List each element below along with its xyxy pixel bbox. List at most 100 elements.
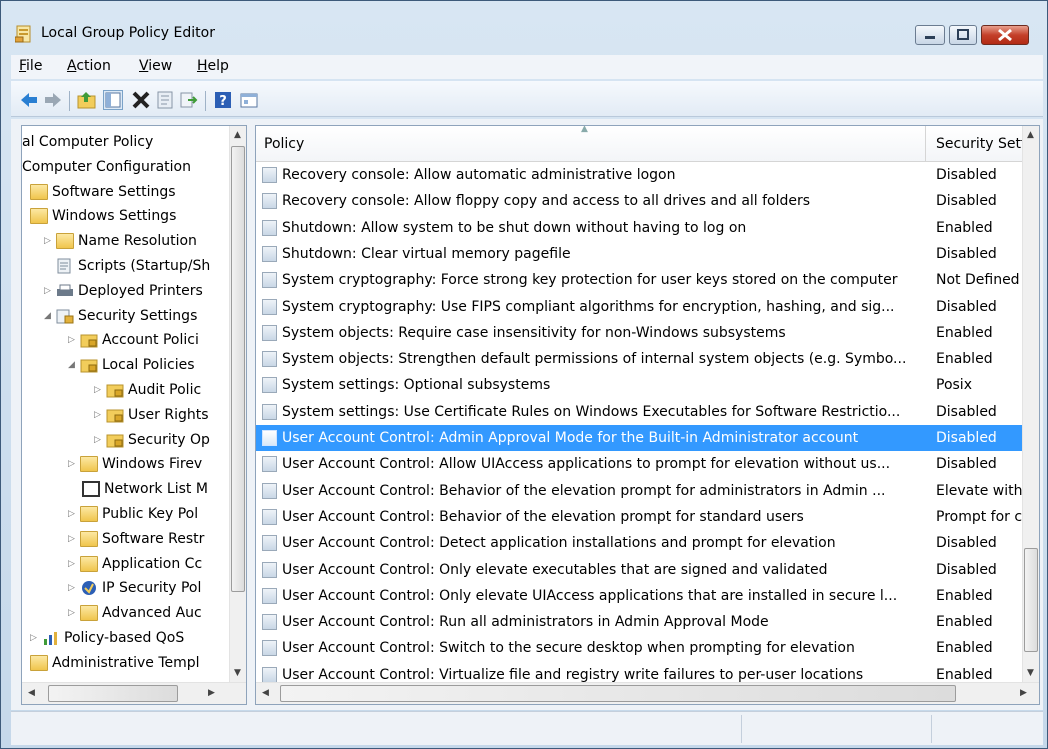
table-row[interactable]: System settings: Optional subsystems Posi… bbox=[256, 372, 1023, 398]
table-row[interactable]: Recovery console: Allow automatic admini… bbox=[256, 162, 1023, 188]
maximize-button[interactable] bbox=[949, 25, 977, 45]
tree-node[interactable]: Computer Configuration bbox=[22, 155, 191, 179]
table-row[interactable]: System objects: Strengthen default permi… bbox=[256, 346, 1023, 372]
expand-icon[interactable]: ▷ bbox=[94, 403, 106, 427]
tree-node[interactable]: ▷ Audit Polic bbox=[94, 378, 201, 402]
tree-node[interactable]: ▷ Software Restr bbox=[68, 527, 204, 551]
scroll-right-icon[interactable]: ▶ bbox=[1020, 688, 1027, 698]
forward-icon[interactable] bbox=[43, 90, 63, 110]
tree-node[interactable]: ▷ Advanced Auc bbox=[68, 601, 202, 625]
list-horizontal-scrollbar[interactable]: ◀ ▶ bbox=[256, 682, 1039, 704]
tree-node[interactable]: ▷ Deployed Printers bbox=[44, 279, 203, 303]
table-row[interactable]: User Account Control: Behavior of the el… bbox=[256, 478, 1024, 504]
table-row[interactable]: System objects: Require case insensitivi… bbox=[256, 320, 1023, 346]
scroll-left-icon[interactable]: ◀ bbox=[262, 688, 269, 698]
tree-node[interactable]: ▷ Application Cc bbox=[68, 552, 202, 576]
tree-node[interactable]: ▷ Security Op bbox=[94, 428, 210, 452]
close-button[interactable] bbox=[981, 25, 1029, 45]
tree-node[interactable]: ▷ User Rights bbox=[94, 403, 209, 427]
table-row[interactable]: System cryptography: Use FIPS compliant … bbox=[256, 294, 1023, 320]
tree-vertical-scrollbar[interactable]: ▲ ▼ bbox=[229, 126, 246, 682]
tree-node[interactable]: ◢ Security Settings bbox=[44, 304, 197, 328]
console-view-icon[interactable] bbox=[239, 90, 259, 110]
title-bar[interactable]: Local Group Policy Editor bbox=[1, 1, 1047, 49]
folder-icon bbox=[56, 233, 74, 250]
policy-list[interactable]: ▲ Policy Security Settin Recovery consol… bbox=[255, 125, 1040, 705]
table-row[interactable]: User Account Control: Behavior of the el… bbox=[256, 504, 1024, 530]
tree-vertical-thumb[interactable] bbox=[231, 146, 245, 592]
up-folder-icon[interactable] bbox=[77, 90, 97, 110]
tree-horizontal-scrollbar[interactable]: ◀ ▶ bbox=[22, 682, 246, 704]
properties-icon[interactable] bbox=[155, 90, 175, 110]
folder-icon bbox=[80, 605, 98, 622]
expand-icon[interactable]: ▷ bbox=[68, 576, 80, 600]
table-row[interactable]: Recovery console: Allow floppy copy and … bbox=[256, 188, 1023, 214]
expand-icon[interactable]: ▷ bbox=[68, 552, 80, 576]
tree-node[interactable]: ▷ Windows Firev bbox=[68, 452, 202, 476]
column-divider[interactable] bbox=[925, 126, 926, 162]
show-hide-tree-icon[interactable] bbox=[103, 90, 123, 110]
expand-icon[interactable]: ▷ bbox=[68, 601, 80, 625]
console-tree[interactable]: al Computer Policy Computer Configuration… bbox=[21, 125, 247, 705]
table-row[interactable]: Shutdown: Clear virtual memory pagefile D… bbox=[256, 241, 1023, 267]
expand-icon[interactable]: ▷ bbox=[68, 527, 80, 551]
expand-icon[interactable]: ▷ bbox=[68, 452, 80, 476]
table-row[interactable]: User Account Control: Detect application… bbox=[256, 530, 1023, 556]
tree-node[interactable]: ▷ Name Resolution bbox=[44, 229, 197, 253]
policy-name: User Account Control: Detect application… bbox=[282, 535, 836, 552]
table-row[interactable]: User Account Control: Allow UIAccess app… bbox=[256, 451, 1023, 477]
expand-icon[interactable]: ▷ bbox=[44, 229, 56, 253]
help-icon[interactable]: ? bbox=[213, 90, 233, 110]
expand-icon[interactable]: ▷ bbox=[68, 502, 80, 526]
column-header-policy[interactable]: Policy bbox=[264, 136, 304, 152]
menu-view[interactable]: View bbox=[139, 58, 172, 74]
folder-icon bbox=[80, 456, 98, 473]
table-row[interactable]: User Account Control: Run all administra… bbox=[256, 609, 1023, 635]
tree-node[interactable]: ▷ IP Security Pol bbox=[68, 576, 201, 600]
list-vertical-thumb[interactable] bbox=[1024, 548, 1038, 652]
delete-icon[interactable] bbox=[131, 90, 151, 110]
scroll-down-icon[interactable]: ▼ bbox=[1027, 668, 1034, 678]
collapse-icon[interactable]: ◢ bbox=[44, 304, 56, 328]
minimize-button[interactable] bbox=[915, 25, 945, 45]
tree-node[interactable]: Administrative Templ bbox=[30, 651, 200, 675]
tree-node[interactable]: ▷ Account Polici bbox=[68, 328, 199, 352]
back-icon[interactable] bbox=[19, 90, 39, 110]
policy-icon bbox=[262, 535, 277, 552]
expand-icon[interactable]: ▷ bbox=[94, 428, 106, 452]
tree-node[interactable]: ◢ Local Policies bbox=[68, 353, 195, 377]
collapse-icon[interactable]: ◢ bbox=[68, 353, 80, 377]
table-row[interactable]: User Account Control: Switch to the secu… bbox=[256, 635, 1023, 661]
table-row[interactable]: System cryptography: Force strong key pr… bbox=[256, 267, 1023, 293]
table-row[interactable]: Shutdown: Allow system to be shut down w… bbox=[256, 215, 1023, 241]
expand-icon[interactable]: ▷ bbox=[94, 378, 106, 402]
scroll-left-icon[interactable]: ◀ bbox=[28, 688, 35, 698]
tree-node[interactable]: al Computer Policy bbox=[22, 130, 153, 154]
tree-horizontal-thumb[interactable] bbox=[48, 685, 178, 702]
list-vertical-scrollbar[interactable]: ▲ ▼ bbox=[1022, 126, 1039, 682]
table-row-selected[interactable]: User Account Control: Admin Approval Mod… bbox=[256, 425, 1023, 451]
tree-node[interactable]: ▷ Policy-based QoS bbox=[30, 626, 184, 650]
document-icon bbox=[82, 481, 100, 498]
tree-node[interactable]: ▷ Public Key Pol bbox=[68, 502, 198, 526]
table-row[interactable]: System settings: Use Certificate Rules o… bbox=[256, 399, 1023, 425]
scroll-up-icon[interactable]: ▲ bbox=[1027, 130, 1034, 140]
scroll-up-icon[interactable]: ▲ bbox=[234, 130, 241, 140]
tree-node[interactable]: Network List M bbox=[82, 477, 208, 501]
expand-icon[interactable]: ▷ bbox=[44, 279, 56, 303]
expand-icon[interactable]: ▷ bbox=[68, 328, 80, 352]
menu-action[interactable]: Action bbox=[67, 58, 111, 74]
export-list-icon[interactable] bbox=[179, 90, 199, 110]
tree-node[interactable]: Software Settings bbox=[30, 180, 176, 204]
tree-node[interactable]: Windows Settings bbox=[30, 204, 176, 228]
table-row[interactable]: User Account Control: Only elevate UIAcc… bbox=[256, 583, 1023, 609]
scroll-down-icon[interactable]: ▼ bbox=[234, 668, 241, 678]
expand-icon[interactable]: ▷ bbox=[30, 626, 42, 650]
menu-file[interactable]: File bbox=[19, 58, 42, 74]
column-header-security-setting[interactable]: Security Settin bbox=[936, 136, 1022, 152]
tree-node[interactable]: Scripts (Startup/Sh bbox=[56, 254, 210, 278]
list-horizontal-thumb[interactable] bbox=[280, 685, 956, 702]
menu-help[interactable]: Help bbox=[197, 58, 229, 74]
table-row[interactable]: User Account Control: Only elevate execu… bbox=[256, 557, 1023, 583]
scroll-right-icon[interactable]: ▶ bbox=[208, 688, 215, 698]
